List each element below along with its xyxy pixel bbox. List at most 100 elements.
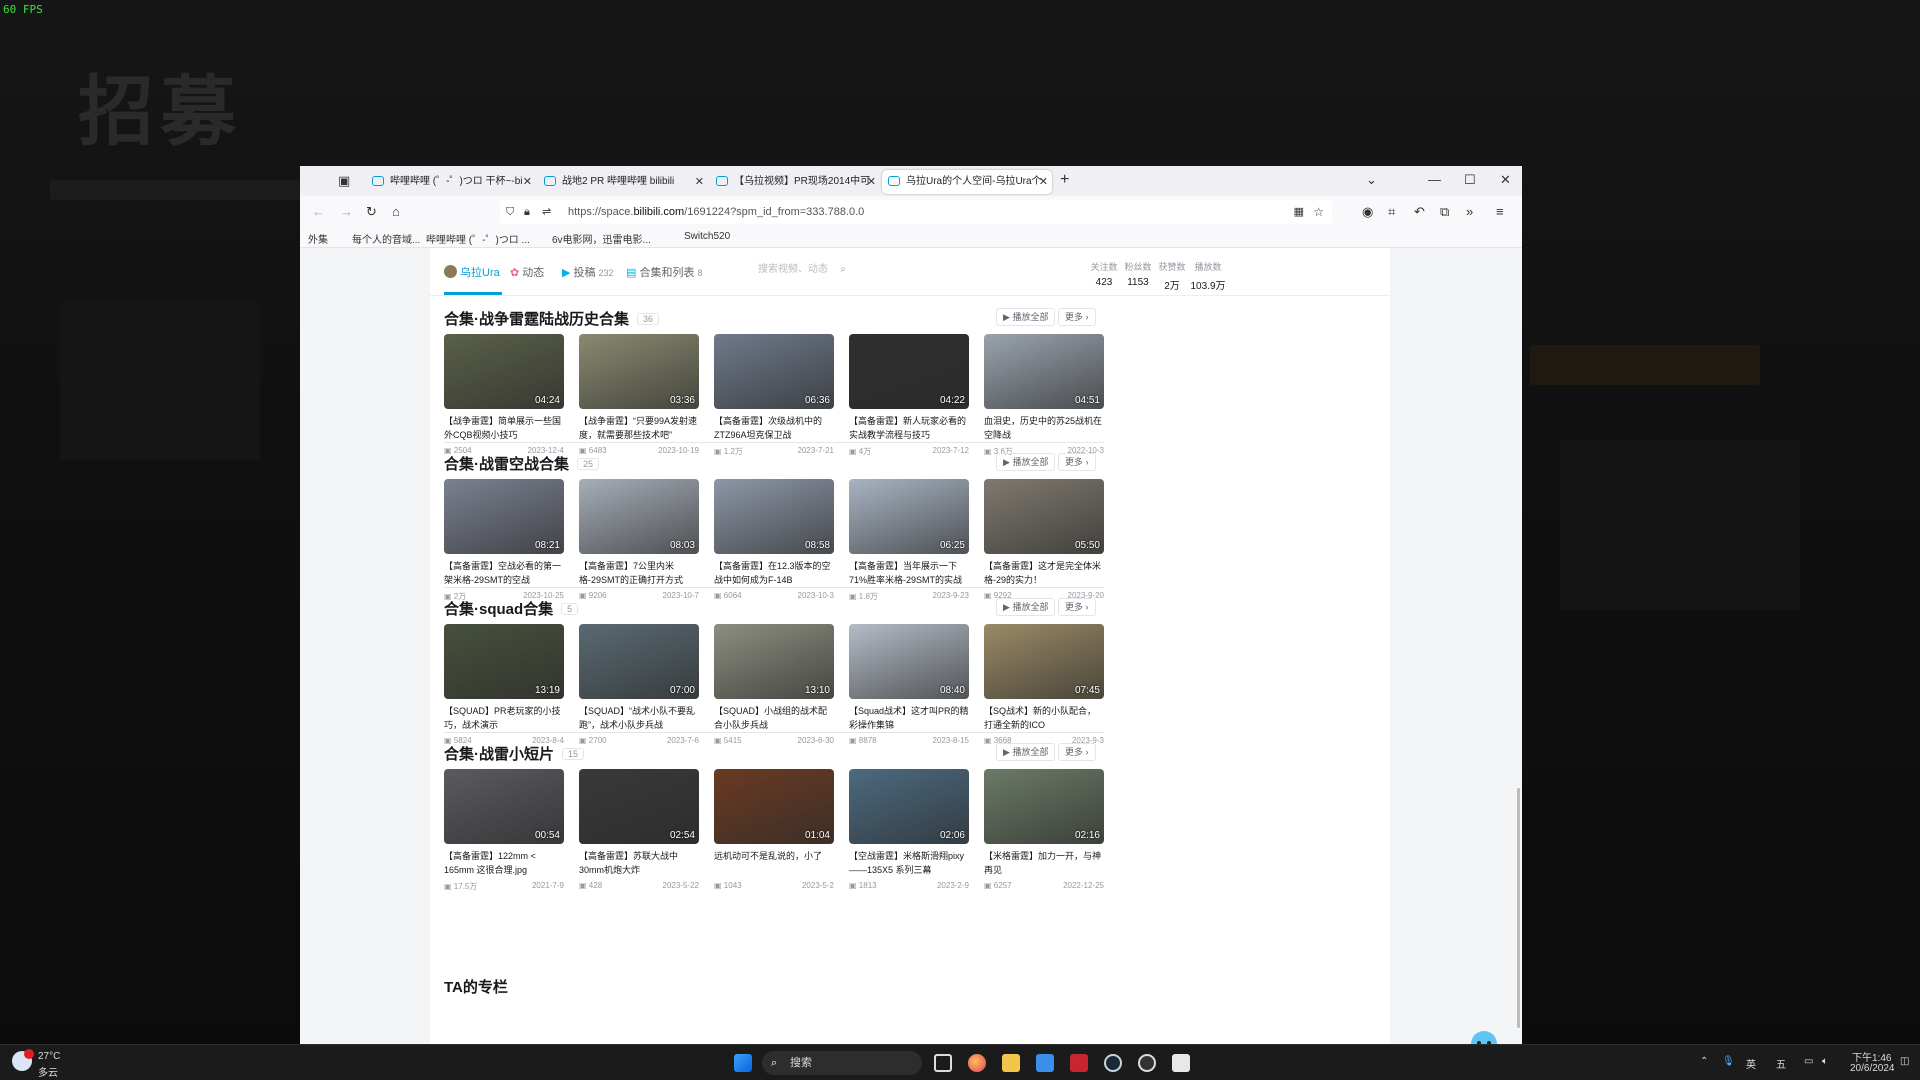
task-view-icon[interactable] bbox=[934, 1054, 952, 1072]
list-tabs-icon[interactable]: ⌄ bbox=[1366, 172, 1377, 188]
tab-close-icon[interactable]: ✕ bbox=[523, 170, 532, 194]
bookmark-item[interactable]: 外集 bbox=[308, 231, 328, 246]
nav-dynamic[interactable]: ✿ 动态 bbox=[510, 264, 544, 280]
collection-title[interactable]: 合集·战雷小短片 15 bbox=[444, 743, 585, 764]
video-title[interactable]: 【空战雷霆】米格斯滑翔pixy——135X5 系列三幕 bbox=[849, 849, 969, 877]
ime-indicator[interactable]: 英 bbox=[1746, 1056, 1756, 1071]
video-title[interactable]: 血泪史，历史中的苏25战机在空降战 bbox=[984, 414, 1104, 442]
play-all-button[interactable]: ▶ 播放全部 bbox=[996, 743, 1056, 761]
tab-close-icon[interactable]: ✕ bbox=[1039, 170, 1048, 194]
bookmark-item[interactable]: 哔哩哔哩 (゜-゜)つロ ... bbox=[426, 231, 530, 246]
new-tab-icon[interactable]: + bbox=[1060, 172, 1069, 188]
video-thumbnail[interactable]: 05:50 bbox=[984, 479, 1104, 554]
video-thumbnail[interactable]: 06:25 bbox=[849, 479, 969, 554]
app-red-icon[interactable] bbox=[1070, 1054, 1088, 1072]
video-title[interactable]: 【高备雷霆】7公里内米格-29SMT的正确打开方式 bbox=[579, 559, 699, 587]
more-button[interactable]: 更多 › bbox=[1058, 308, 1096, 326]
video-thumbnail[interactable]: 08:40 bbox=[849, 624, 969, 699]
more-button[interactable]: 更多 › bbox=[1058, 743, 1096, 761]
mascot-22-33-icon[interactable] bbox=[1460, 1028, 1508, 1044]
video-title[interactable]: 【高备雷霆】这才是完全体米格-29的实力！ bbox=[984, 559, 1104, 587]
video-title[interactable]: 【高备雷霆】次级战机中的ZTZ96A坦克保卫战 bbox=[714, 414, 834, 442]
video-thumbnail[interactable]: 06:36 bbox=[714, 334, 834, 409]
notification-icon[interactable]: ◫ bbox=[1900, 1056, 1909, 1067]
video-title[interactable]: 【高备雷霆】空战必看的第一架米格-29SMT的空战 bbox=[444, 559, 564, 587]
video-thumbnail[interactable]: 04:51 bbox=[984, 334, 1104, 409]
nav-home[interactable]: 乌拉Ura bbox=[444, 264, 500, 280]
lock-icon[interactable]: 🔒︎ bbox=[524, 204, 530, 220]
video-title[interactable]: 【高备雷霆】在12.3版本的空战中如何成为F-14B bbox=[714, 559, 834, 587]
video-title[interactable]: 【高备雷霆】苏联大战中30mm机炮大炸 bbox=[579, 849, 699, 877]
video-thumbnail[interactable]: 07:45 bbox=[984, 624, 1104, 699]
close-window-icon[interactable]: ✕ bbox=[1500, 172, 1511, 188]
collection-title[interactable]: 合集·squad合集 5 bbox=[444, 598, 579, 619]
bookmark-item[interactable]: Switch520 bbox=[684, 231, 730, 242]
play-all-button[interactable]: ▶ 播放全部 bbox=[996, 308, 1056, 326]
video-title[interactable]: 【SQUAD】PR老玩家的小技巧，战术演示 bbox=[444, 704, 564, 732]
video-thumbnail[interactable]: 01:04 bbox=[714, 769, 834, 844]
video-thumbnail[interactable]: 02:54 bbox=[579, 769, 699, 844]
more-button[interactable]: 更多 › bbox=[1058, 453, 1096, 471]
bookmark-star-icon[interactable]: ☆ bbox=[1313, 204, 1324, 220]
tab-ula-video[interactable]: 【乌拉视频】PR现场2014中可 ✕ bbox=[710, 170, 880, 194]
video-thumbnail[interactable]: 08:03 bbox=[579, 479, 699, 554]
maximize-icon[interactable]: ☐ bbox=[1464, 172, 1476, 188]
video-title[interactable]: 远机动可不是乱说的，小了 bbox=[714, 849, 834, 877]
video-thumbnail[interactable]: 02:06 bbox=[849, 769, 969, 844]
video-title[interactable]: 【SQ战术】新的小队配合，打通全新的ICO bbox=[984, 704, 1104, 732]
page-info-icon[interactable]: ⇌ bbox=[542, 204, 551, 220]
nav-collections[interactable]: ▤ 合集和列表 8 bbox=[626, 264, 702, 280]
video-thumbnail[interactable]: 13:10 bbox=[714, 624, 834, 699]
clock-date[interactable]: 20/6/2024 bbox=[1850, 1063, 1895, 1074]
play-all-button[interactable]: ▶ 播放全部 bbox=[996, 598, 1056, 616]
video-title[interactable]: 【Squad战术】这才叫PR的精彩操作集锦 bbox=[849, 704, 969, 732]
tab-close-icon[interactable]: ✕ bbox=[867, 170, 876, 194]
space-search-input[interactable]: 搜索视频、动态 ⌕ bbox=[752, 260, 852, 280]
bookmark-item[interactable]: 6v电影网，迅雷电影... bbox=[552, 231, 651, 246]
bookmark-item[interactable]: 每个人的音域... bbox=[352, 231, 420, 246]
extensions-icon[interactable]: ⧉ bbox=[1440, 204, 1449, 220]
weather-widget[interactable]: 27°C 多云 bbox=[12, 1049, 82, 1079]
home-icon[interactable]: ⌂ bbox=[392, 204, 400, 220]
account-icon[interactable]: ◉ bbox=[1362, 204, 1373, 220]
video-thumbnail[interactable]: 04:24 bbox=[444, 334, 564, 409]
video-title[interactable]: 【米格雷霆】加力一开，与神再见 bbox=[984, 849, 1104, 877]
tab-bf2-pr[interactable]: 战地2 PR 哔哩哔哩 bilibili ✕ bbox=[538, 170, 708, 194]
taskbar-search[interactable]: ⌕ 搜索 bbox=[762, 1051, 922, 1075]
collection-title[interactable]: 合集·战雷空战合集 25 bbox=[444, 453, 600, 474]
overflow-icon[interactable]: » bbox=[1466, 204, 1473, 220]
video-thumbnail[interactable]: 04:22 bbox=[849, 334, 969, 409]
video-thumbnail[interactable]: 08:58 bbox=[714, 479, 834, 554]
screenshot-icon[interactable]: ⌗ bbox=[1388, 204, 1395, 220]
qr-code-icon[interactable]: ▦ bbox=[1294, 204, 1304, 220]
game-icon[interactable] bbox=[1172, 1054, 1190, 1072]
undo-icon[interactable]: ↶ bbox=[1414, 204, 1425, 220]
menu-icon[interactable]: ≡ bbox=[1496, 204, 1504, 220]
collection-title[interactable]: 合集·战争雷霆陆战历史合集 36 bbox=[444, 308, 660, 329]
nav-uploads[interactable]: ▶ 投稿 232 bbox=[562, 264, 614, 280]
app-blue-icon[interactable] bbox=[1036, 1054, 1054, 1072]
video-thumbnail[interactable]: 08:21 bbox=[444, 479, 564, 554]
video-thumbnail[interactable]: 03:36 bbox=[579, 334, 699, 409]
tab-ula-space[interactable]: 乌拉Ura的个人空间-乌拉Ura个 ✕ bbox=[882, 170, 1052, 194]
video-title[interactable]: 【战争雷霆】“只要99A发射速度，就需要那些技术吧” bbox=[579, 414, 699, 442]
windows-start-icon[interactable] bbox=[734, 1054, 752, 1072]
shield-icon[interactable]: ⛉ bbox=[506, 204, 514, 220]
video-title[interactable]: 【高备雷霆】122mm < 165mm 这很合理.jpg bbox=[444, 849, 564, 877]
more-button[interactable]: 更多 › bbox=[1058, 598, 1096, 616]
video-title[interactable]: 【SQUAD】“战术小队不要乱跑”，战术小队步兵战 bbox=[579, 704, 699, 732]
tray-chevron-icon[interactable]: ⌃ bbox=[1700, 1056, 1708, 1067]
ime-mode-icon[interactable]: 五 bbox=[1776, 1056, 1786, 1071]
search-icon[interactable]: ⌕ bbox=[840, 260, 846, 280]
microphone-icon[interactable]: 🎙︎ bbox=[1722, 1056, 1735, 1067]
video-title[interactable]: 【战争雷霆】简单展示一些国外CQB视频小技巧 bbox=[444, 414, 564, 442]
tab-overview-icon[interactable]: ▣ bbox=[338, 173, 350, 189]
play-all-button[interactable]: ▶ 播放全部 bbox=[996, 453, 1056, 471]
tab-close-icon[interactable]: ✕ bbox=[695, 170, 704, 194]
minimize-icon[interactable]: — bbox=[1428, 172, 1441, 188]
video-thumbnail[interactable]: 02:16 bbox=[984, 769, 1104, 844]
page-scrollbar[interactable] bbox=[1517, 788, 1520, 1028]
firefox-icon[interactable] bbox=[968, 1054, 986, 1072]
video-title[interactable]: 【高备雷霆】当年展示一下71%胜率米格-29SMT的实战 bbox=[849, 559, 969, 587]
video-title[interactable]: 【SQUAD】小战组的战术配合小队步兵战 bbox=[714, 704, 834, 732]
